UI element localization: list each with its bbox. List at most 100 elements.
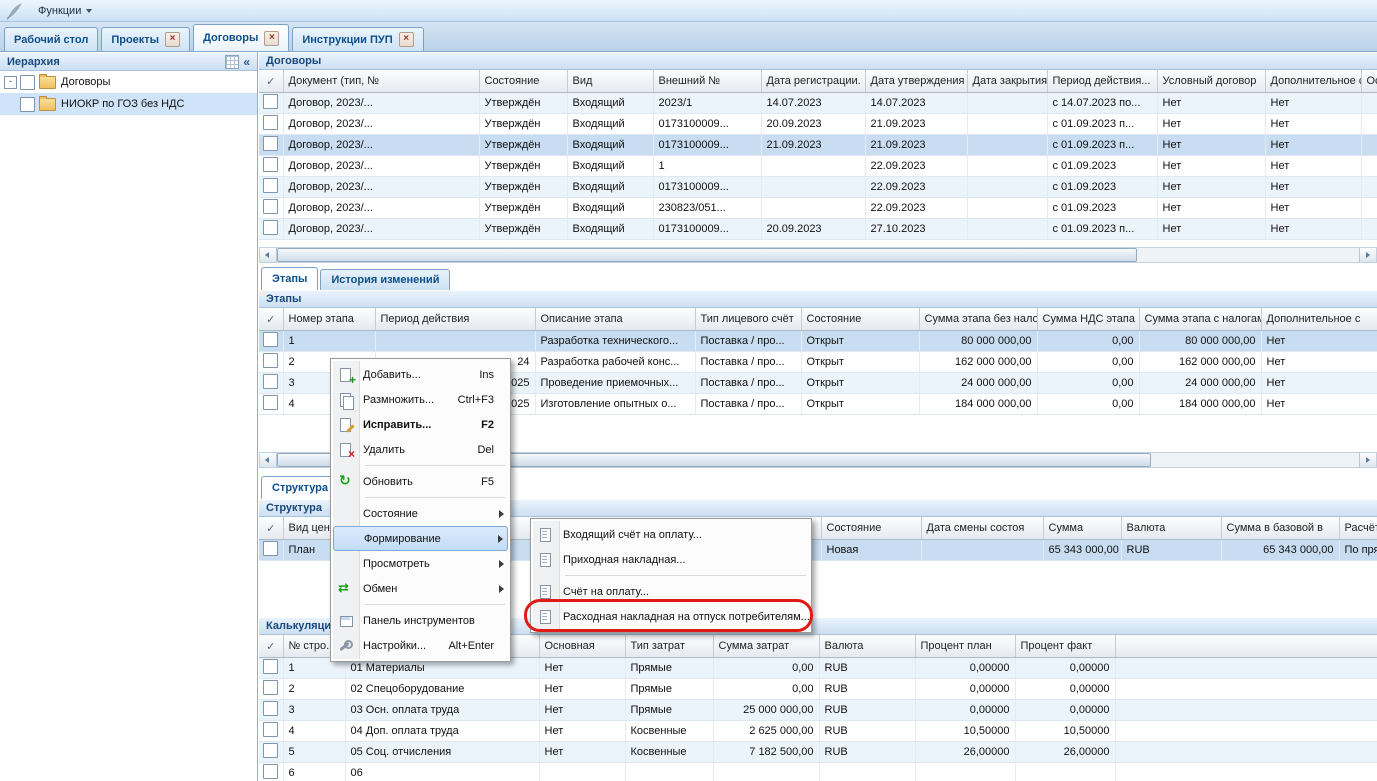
table-row[interactable]: 1Разработка технического...Поставка / пр…	[259, 331, 1377, 352]
column-header[interactable]: Процент план	[915, 635, 1015, 658]
menu-item-delete[interactable]: УдалитьDel	[333, 437, 508, 462]
column-header[interactable]: ✓	[259, 517, 283, 540]
column-header[interactable]: Номер этапа	[283, 308, 375, 331]
column-header[interactable]: ✓	[259, 308, 283, 331]
table-row[interactable]: Договор, 2023/...УтверждёнВходящий230823…	[259, 198, 1377, 219]
tab-structure[interactable]: Структура	[261, 476, 339, 499]
column-header[interactable]: ✓	[259, 70, 283, 93]
tab-projects[interactable]: Проекты×	[101, 27, 190, 51]
column-header[interactable]: Сумма затрат	[713, 635, 819, 658]
column-header[interactable]: Вид	[567, 70, 653, 93]
tab-contracts[interactable]: Договоры×	[193, 24, 289, 51]
column-header[interactable]: Тип лицевого счёт	[695, 308, 801, 331]
column-header[interactable]: Дата утверждения	[865, 70, 967, 93]
row-checkbox[interactable]	[263, 136, 278, 151]
row-checkbox[interactable]	[263, 701, 278, 716]
row-checkbox[interactable]	[263, 659, 278, 674]
column-header[interactable]: Сумма этапа с налогами	[1139, 308, 1261, 331]
table-row[interactable]: Договор, 2023/...УтверждёнВходящий017310…	[259, 219, 1377, 240]
tree-checkbox[interactable]	[20, 97, 35, 112]
table-row[interactable]: 606	[259, 763, 1377, 781]
tree-checkbox[interactable]	[20, 75, 35, 90]
expand-collapse-icon[interactable]: -	[4, 76, 17, 89]
column-header[interactable]: Условный договор	[1157, 70, 1265, 93]
column-header[interactable]: ✓	[259, 635, 283, 658]
column-header[interactable]: Дата закрытия	[967, 70, 1047, 93]
row-checkbox[interactable]	[263, 115, 278, 130]
table-row[interactable]: Договор, 2023/...УтверждёнВходящий017310…	[259, 135, 1377, 156]
column-header[interactable]: Сумма в базовой в	[1221, 517, 1339, 540]
table-row[interactable]: Договор, 2023/...УтверждёнВходящий017310…	[259, 114, 1377, 135]
menu-item-consumer-issue-note[interactable]: Расходная накладная на отпуск потребител…	[533, 604, 809, 629]
scroll-right-icon[interactable]	[1359, 453, 1376, 467]
close-tab-icon[interactable]: ×	[264, 31, 279, 46]
column-header[interactable]: Валюта	[819, 635, 915, 658]
contracts-horizontal-scrollbar[interactable]	[259, 247, 1377, 263]
scroll-left-icon[interactable]	[260, 248, 277, 262]
column-header[interactable]: Внешний №	[653, 70, 761, 93]
menu-item-view[interactable]: Просмотреть	[333, 551, 508, 576]
column-header[interactable]: Документ (тип, №	[283, 70, 479, 93]
column-header[interactable]: Описание этапа	[535, 308, 695, 331]
menu-item-exchange[interactable]: Обмен	[333, 576, 508, 601]
table-row[interactable]: 404 Доп. оплата трудаНетКосвенные2 625 0…	[259, 721, 1377, 742]
menu-item-settings[interactable]: Настройки...Alt+Enter	[333, 633, 508, 658]
row-checkbox[interactable]	[263, 178, 278, 193]
column-header[interactable]: Тип затрат	[625, 635, 713, 658]
table-row[interactable]: 303 Осн. оплата трудаНетПрямые25 000 000…	[259, 700, 1377, 721]
tree-item[interactable]: -Договоры	[0, 71, 257, 93]
column-header[interactable]: Валюта	[1121, 517, 1221, 540]
row-checkbox[interactable]	[263, 374, 278, 389]
column-header[interactable]: Основная	[539, 635, 625, 658]
tab-stages[interactable]: Этапы	[261, 267, 318, 290]
row-checkbox[interactable]	[263, 199, 278, 214]
column-header[interactable]: Основной договор	[1361, 70, 1377, 93]
scrollbar-thumb[interactable]	[277, 248, 1137, 262]
column-header[interactable]: Состояние	[479, 70, 567, 93]
column-header[interactable]: Сумма этапа без налогов	[919, 308, 1037, 331]
close-tab-icon[interactable]: ×	[165, 32, 180, 47]
column-header[interactable]: Процент факт	[1015, 635, 1115, 658]
menu-item-receipt-note[interactable]: Приходная накладная...	[533, 547, 809, 572]
grid-view-icon[interactable]	[225, 55, 239, 69]
row-checkbox[interactable]	[263, 332, 278, 347]
row-checkbox[interactable]	[263, 94, 278, 109]
column-header[interactable]: Период действия...	[1047, 70, 1157, 93]
row-checkbox[interactable]	[263, 764, 278, 779]
menu-item-toolbar[interactable]: Панель инструментов	[333, 608, 508, 633]
menu-item-state[interactable]: Состояние	[333, 501, 508, 526]
close-tab-icon[interactable]: ×	[399, 32, 414, 47]
scrollbar-track[interactable]	[1137, 248, 1359, 262]
column-header[interactable]: Расчёт ко...	[1339, 517, 1377, 540]
scrollbar-track[interactable]	[1151, 453, 1359, 467]
table-row[interactable]: 202 СпецоборудованиеНетПрямые0,00RUB0,00…	[259, 679, 1377, 700]
menu-item-edit[interactable]: Исправить...F2	[333, 412, 508, 437]
column-header[interactable]: Дата смены состоя	[921, 517, 1043, 540]
row-checkbox[interactable]	[263, 353, 278, 368]
menu-item-refresh[interactable]: ОбновитьF5	[333, 469, 508, 494]
column-header[interactable]: Состояние	[821, 517, 921, 540]
menu-functions[interactable]: Функции	[29, 2, 115, 20]
collapse-panel-icon[interactable]: «	[243, 56, 250, 68]
scroll-left-icon[interactable]	[260, 453, 277, 467]
column-header[interactable]: Сумма НДС этапа	[1037, 308, 1139, 331]
tree-item[interactable]: НИОКР по ГОЗ без НДС	[0, 93, 257, 115]
row-checkbox[interactable]	[263, 722, 278, 737]
menu-item-generation[interactable]: Формирование	[333, 526, 508, 551]
table-row[interactable]: Договор, 2023/...УтверждёнВходящий017310…	[259, 177, 1377, 198]
row-checkbox[interactable]	[263, 743, 278, 758]
row-checkbox[interactable]	[263, 680, 278, 695]
row-checkbox[interactable]	[263, 220, 278, 235]
column-header[interactable]: Состояние	[801, 308, 919, 331]
table-row[interactable]: 505 Соц. отчисленияНетКосвенные7 182 500…	[259, 742, 1377, 763]
row-checkbox[interactable]	[263, 157, 278, 172]
menu-item-incoming-payment-invoice[interactable]: Входящий счёт на оплату...	[533, 522, 809, 547]
menu-item-add[interactable]: Добавить...Ins	[333, 362, 508, 387]
table-row[interactable]: Договор, 2023/...УтверждёнВходящий122.09…	[259, 156, 1377, 177]
column-header[interactable]: Дата регистрации.	[761, 70, 865, 93]
menu-item-clone[interactable]: Размножить...Ctrl+F3	[333, 387, 508, 412]
column-header[interactable]	[1115, 635, 1377, 658]
tab-desktop[interactable]: Рабочий стол	[4, 27, 98, 51]
column-header[interactable]: Дополнительное с	[1261, 308, 1377, 331]
tab-change-history[interactable]: История изменений	[320, 269, 450, 290]
